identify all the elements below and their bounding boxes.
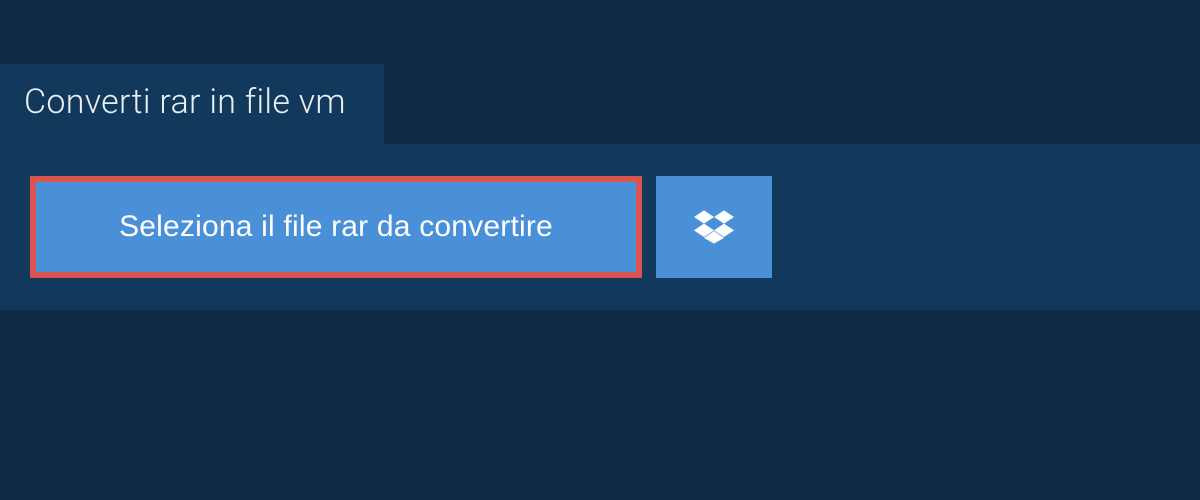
select-file-button[interactable]: Seleziona il file rar da convertire — [36, 182, 636, 272]
tab-bar: Converti rar in file vm — [0, 0, 1200, 144]
select-file-label: Seleziona il file rar da convertire — [119, 210, 553, 243]
upload-panel: Seleziona il file rar da convertire — [0, 144, 1200, 310]
tab-label: Converti rar in file vm — [24, 82, 346, 122]
tab-convert[interactable]: Converti rar in file vm — [0, 64, 384, 144]
dropbox-icon — [694, 207, 734, 247]
dropbox-button[interactable] — [656, 176, 772, 278]
select-file-highlight: Seleziona il file rar da convertire — [30, 176, 642, 278]
